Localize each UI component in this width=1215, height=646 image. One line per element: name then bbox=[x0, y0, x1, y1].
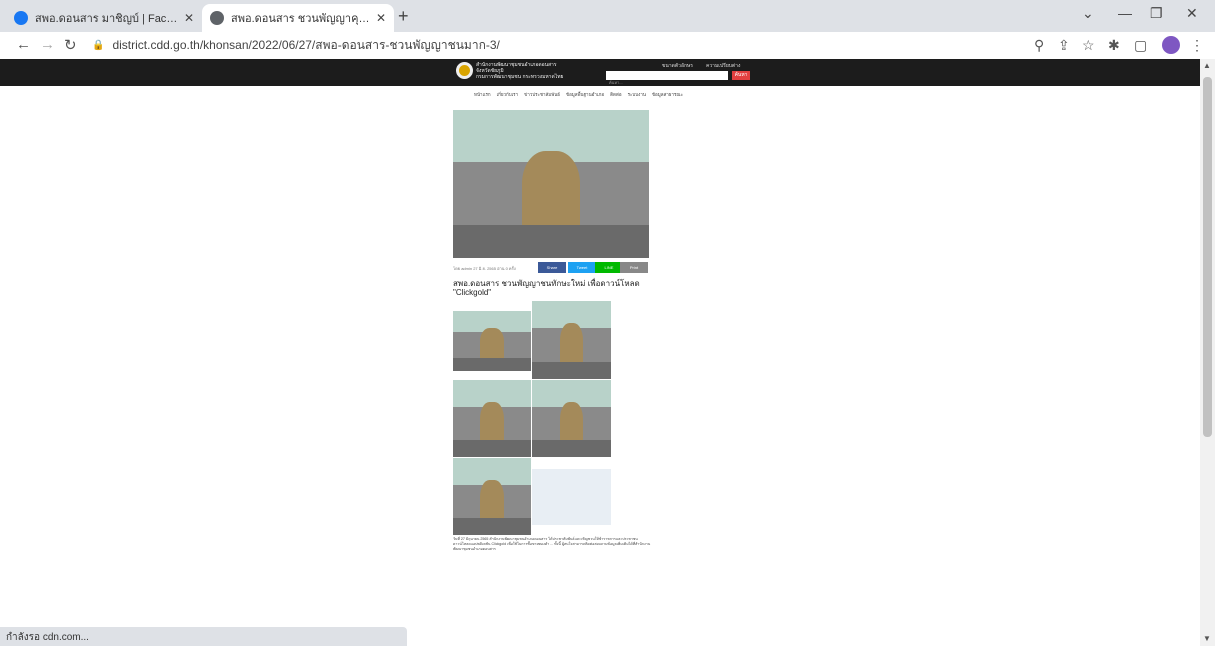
new-tab-icon[interactable]: + bbox=[398, 6, 409, 27]
toolbar: ← → ↻ 🔒 district.cdd.go.th/khonsan/2022/… bbox=[0, 32, 1215, 59]
search-placeholder: ค้นหา... bbox=[609, 80, 623, 85]
share-facebook-button[interactable]: Share bbox=[538, 262, 566, 273]
status-bar: กำลังรอ cdn.com... bbox=[0, 627, 407, 646]
print-button[interactable]: Print bbox=[620, 262, 648, 273]
profile-avatar[interactable] bbox=[1162, 36, 1180, 54]
tab-article[interactable]: สพอ.ดอนสาร ชวนพัญญาคุณทะเบียนใช้... ✕ bbox=[202, 4, 394, 32]
article-body: วันที่ 27 มิถุนายน 2565 สำนักงานพัฒนาชุม… bbox=[453, 537, 651, 552]
menu-item[interactable]: หน้าแรก bbox=[474, 91, 491, 98]
bookmark-star-icon[interactable]: ☆ bbox=[1082, 37, 1095, 54]
gallery-photo[interactable] bbox=[532, 380, 611, 457]
reload-icon[interactable]: ↻ bbox=[64, 36, 77, 54]
site-search-input[interactable]: ค้นหา... bbox=[606, 71, 728, 85]
tab-title: สพอ.ดอนสาร มาชิญบ์ | Facebook bbox=[35, 13, 178, 25]
forward-icon[interactable]: → bbox=[40, 36, 55, 53]
close-window-icon[interactable]: ✕ bbox=[1186, 5, 1198, 22]
menu-icon[interactable]: ⋮ bbox=[1190, 37, 1204, 54]
menu-item[interactable]: ข่าวประชาสัมพันธ์ bbox=[524, 91, 560, 98]
globe-icon bbox=[210, 11, 224, 25]
menu-item[interactable]: ข้อมูลสาธารณะ bbox=[652, 91, 683, 98]
minimize-icon[interactable]: — bbox=[1118, 5, 1132, 21]
org-name: สำนักงานพัฒนาชุมชนอำเภอดอนสาร จังหวัดชัย… bbox=[476, 62, 563, 80]
tab-facebook[interactable]: สพอ.ดอนสาร มาชิญบ์ | Facebook ✕ bbox=[6, 4, 202, 32]
share-icon[interactable]: ⇪ bbox=[1058, 37, 1070, 54]
scroll-up-icon[interactable]: ▲ bbox=[1203, 61, 1211, 70]
scroll-thumb[interactable] bbox=[1203, 77, 1212, 437]
back-icon[interactable]: ← bbox=[16, 36, 31, 53]
gallery-photo[interactable] bbox=[453, 458, 531, 535]
side-panel-icon[interactable]: ▢ bbox=[1134, 37, 1147, 54]
article-title: สพอ.ดอนสาร ชวนพัญญาชนทักษะใหม่ เพื่อดาวน… bbox=[453, 279, 640, 297]
close-tab-icon[interactable]: ✕ bbox=[184, 11, 194, 25]
extensions-icon[interactable]: ✱ bbox=[1108, 37, 1120, 54]
site-search-button[interactable]: ค้นหา bbox=[732, 71, 750, 80]
page-viewport: สำนักงานพัฒนาชุมชนอำเภอดอนสาร จังหวัดชัย… bbox=[0, 59, 1200, 646]
share-twitter-button[interactable]: Tweet bbox=[568, 262, 596, 273]
gallery-photo[interactable] bbox=[453, 311, 531, 371]
lock-icon[interactable]: 🔒 bbox=[92, 40, 104, 51]
menu-item[interactable]: เกี่ยวกับเรา bbox=[497, 91, 519, 98]
menu-item[interactable]: ข้อมูลพื้นฐานอำเภอ bbox=[566, 91, 604, 98]
site-logo[interactable] bbox=[456, 62, 473, 79]
vertical-scrollbar[interactable]: ▲ ▼ bbox=[1200, 59, 1215, 646]
restore-icon[interactable]: ❐ bbox=[1150, 5, 1163, 22]
font-size-label: ขนาดตัวอักษร bbox=[662, 63, 693, 69]
menu-item[interactable]: ติดต่อ bbox=[610, 91, 621, 98]
gallery-photo[interactable] bbox=[453, 380, 531, 457]
gallery-photo[interactable] bbox=[532, 301, 611, 379]
site-menu: หน้าแรก เกี่ยวกับเรา ข่าวประชาสัมพันธ์ ข… bbox=[474, 91, 683, 98]
address-bar[interactable]: 🔒 district.cdd.go.th/khonsan/2022/06/27/… bbox=[86, 34, 1026, 56]
close-tab-icon[interactable]: ✕ bbox=[376, 11, 386, 25]
clickgold-poster[interactable] bbox=[532, 469, 611, 525]
tab-strip: สพอ.ดอนสาร มาชิญบ์ | Facebook ✕ สพอ.ดอนส… bbox=[0, 0, 1215, 32]
facebook-icon bbox=[14, 11, 28, 25]
browser-chrome: สพอ.ดอนสาร มาชิญบ์ | Facebook ✕ สพอ.ดอนส… bbox=[0, 0, 1215, 59]
menu-item[interactable]: ระบบงาน bbox=[628, 91, 646, 98]
zoom-icon[interactable]: ⚲ bbox=[1034, 37, 1044, 54]
post-meta: โดย admin 27 มิ.ย. 2565 อ่าน 0 ครั้ง bbox=[453, 266, 516, 271]
scroll-down-icon[interactable]: ▼ bbox=[1203, 634, 1211, 643]
share-line-button[interactable]: LINE bbox=[595, 262, 623, 273]
tab-title: สพอ.ดอนสาร ชวนพัญญาคุณทะเบียนใช้... bbox=[231, 13, 370, 25]
contrast-label: ความเปรียบต่าง bbox=[706, 63, 741, 69]
tab-search-icon[interactable]: ⌄ bbox=[1082, 5, 1094, 22]
site-header: สำนักงานพัฒนาชุมชนอำเภอดอนสาร จังหวัดชัย… bbox=[0, 59, 1200, 86]
org-name-line3: กรมการพัฒนาชุมชน กระทรวงมหาดไทย bbox=[476, 74, 564, 80]
url-text: district.cdd.go.th/khonsan/2022/06/27/สพ… bbox=[112, 37, 500, 52]
featured-photo[interactable] bbox=[453, 110, 649, 258]
